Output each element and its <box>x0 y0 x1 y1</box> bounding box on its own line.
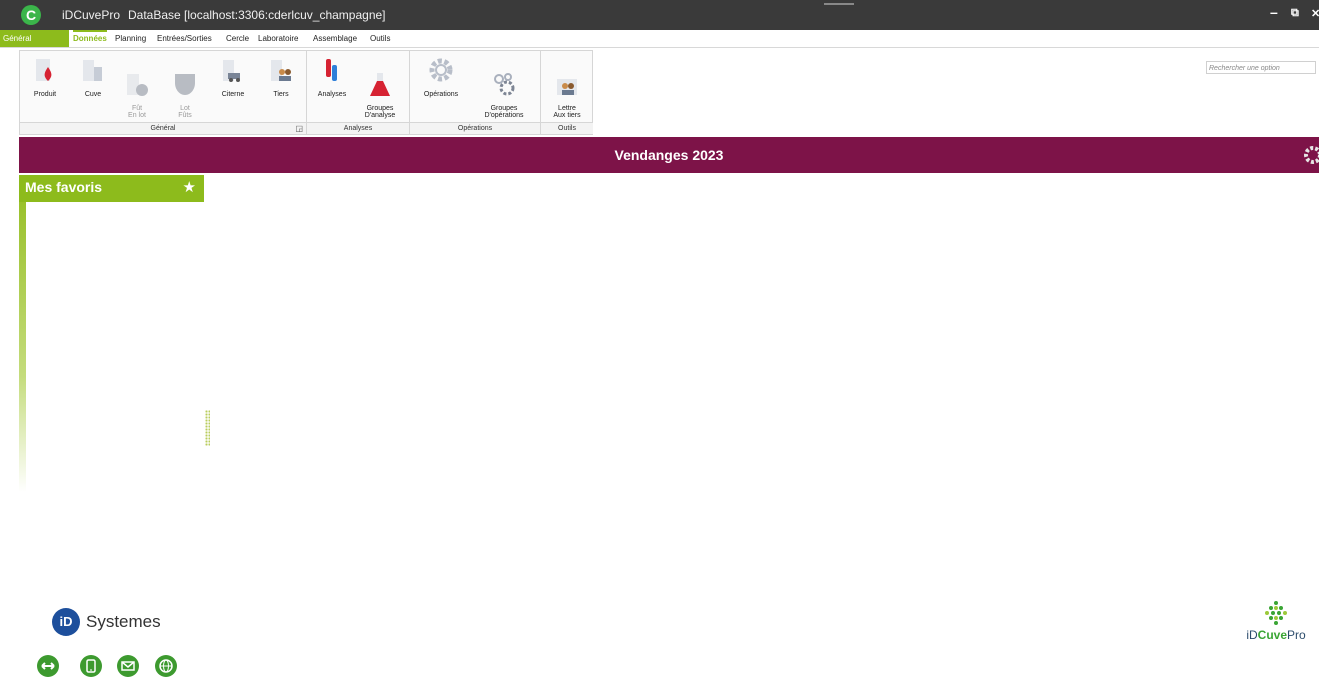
grape-icon <box>1262 600 1290 626</box>
mail-button[interactable] <box>117 655 139 677</box>
idcuvepro-wordmark: iDCuvePro <box>1238 628 1314 642</box>
citerne-button[interactable]: Citerne <box>216 57 250 98</box>
menu-cercle[interactable]: Cercle <box>226 30 249 47</box>
barrel-lot-icon <box>124 64 150 96</box>
citerne-label: Citerne <box>221 91 245 98</box>
globe-icon <box>159 659 173 673</box>
groupes-analyse-label: Groupes D'analyse <box>364 105 396 119</box>
letter-contacts-icon <box>554 64 580 95</box>
app-logo: C <box>21 5 41 25</box>
ribbon-group-general: Produit Cuve Fût En lot Lot Fûts Citerne <box>20 51 307 134</box>
phone-button[interactable] <box>80 655 102 677</box>
menu-bar: Général Données Planning Entrées/Sorties… <box>0 30 1319 74</box>
barrels-icon <box>172 64 198 95</box>
favorites-panel <box>19 202 26 492</box>
close-button[interactable]: ✕ <box>1311 7 1319 20</box>
menu-laboratoire[interactable]: Laboratoire <box>258 30 298 47</box>
favorites-title: Mes favoris <box>25 179 103 195</box>
swap-button[interactable] <box>37 655 59 677</box>
fut-en-lot-button[interactable]: Fût En lot <box>120 57 154 126</box>
tiers-label: Tiers <box>273 91 289 98</box>
id-logo-text: Systemes <box>86 612 161 631</box>
id-logo-mark: iD <box>52 608 80 636</box>
title-bar: C iDCuvePro DataBase [localhost:3306:cde… <box>0 0 1319 30</box>
contacts-icon <box>268 57 294 85</box>
groupes-analyse-button[interactable]: Groupes D'analyse <box>357 57 403 126</box>
mail-icon <box>121 661 135 671</box>
lettre-aux-tiers-label: Lettre Aux tiers <box>553 105 581 119</box>
flask-icon <box>367 64 393 96</box>
ribbon: Produit Cuve Fût En lot Lot Fûts Citerne <box>19 50 593 135</box>
wordmark-prefix: iD <box>1246 628 1258 642</box>
database-name: DataBase [localhost:3306:cderlcuv_champa… <box>128 8 386 22</box>
groupes-operations-label: Groupes D'opérations <box>484 105 524 119</box>
operations-label: Opérations <box>423 91 459 98</box>
panel-resize-handle[interactable] <box>205 410 210 446</box>
minimize-button[interactable]: – <box>1270 4 1278 20</box>
wordmark-bold: Cuve <box>1257 628 1287 642</box>
menu-assemblage[interactable]: Assemblage <box>313 30 357 47</box>
tank-icon <box>80 57 106 85</box>
gears-icon <box>491 64 517 96</box>
menu-entrees-sorties[interactable]: Entrées/Sorties <box>157 30 212 47</box>
ribbon-group-outils: Lettre Aux tiers Outils <box>541 51 593 134</box>
ribbon-group-operations: Opérations Groupes D'opérations Opératio… <box>410 51 541 134</box>
wordmark-suffix: Pro <box>1287 628 1306 642</box>
test-tubes-icon <box>319 57 345 85</box>
group-label-outils: Outils <box>541 122 593 134</box>
menu-donnees[interactable]: Données <box>73 30 107 49</box>
search-input[interactable]: Rechercher une option <box>1206 61 1316 74</box>
web-button[interactable] <box>155 655 177 677</box>
menu-planning[interactable]: Planning <box>115 30 146 47</box>
favorites-header: Mes favoris ★ <box>19 175 204 202</box>
idcuvepro-logo: iDCuvePro <box>1238 600 1314 650</box>
product-icon <box>32 57 58 85</box>
settings-gear-icon[interactable] <box>1297 143 1319 172</box>
cuve-label: Cuve <box>84 91 102 98</box>
menu-outils[interactable]: Outils <box>370 30 390 47</box>
produit-label: Produit <box>33 91 57 98</box>
group-label-general: Général <box>20 122 306 134</box>
swap-icon <box>41 662 55 670</box>
season-banner: Vendanges 2023 <box>19 137 1319 173</box>
tiers-button[interactable]: Tiers <box>264 57 298 98</box>
gear-icon <box>428 57 454 85</box>
truck-tank-icon <box>220 57 246 85</box>
drag-handle[interactable] <box>824 3 854 5</box>
lettre-aux-tiers-button[interactable]: Lettre Aux tiers <box>547 57 587 126</box>
lot-futs-button[interactable]: Lot Fûts <box>168 57 202 126</box>
analyses-button[interactable]: Analyses <box>312 57 352 98</box>
phone-icon <box>86 659 96 673</box>
produit-button[interactable]: Produit <box>28 57 62 98</box>
app-name: iDCuvePro <box>62 8 121 22</box>
analyses-label: Analyses <box>317 91 347 98</box>
groupes-operations-button[interactable]: Groupes D'opérations <box>476 57 532 126</box>
restore-button[interactable]: ⧉ <box>1291 7 1299 20</box>
lot-futs-label: Lot Fûts <box>178 105 192 119</box>
cuve-button[interactable]: Cuve <box>76 57 110 98</box>
menu-general[interactable]: Général <box>0 30 69 47</box>
operations-button[interactable]: Opérations <box>416 57 466 98</box>
ribbon-group-analyses: Analyses Groupes D'analyse Analyses <box>307 51 410 134</box>
banner-title: Vendanges 2023 <box>614 147 724 163</box>
group-label-operations: Opérations <box>410 122 540 134</box>
fut-en-lot-label: Fût En lot <box>128 105 146 119</box>
dialog-launcher-icon[interactable]: ◲ <box>295 124 303 133</box>
star-icon[interactable]: ★ <box>183 178 196 196</box>
group-label-analyses: Analyses <box>307 122 409 134</box>
